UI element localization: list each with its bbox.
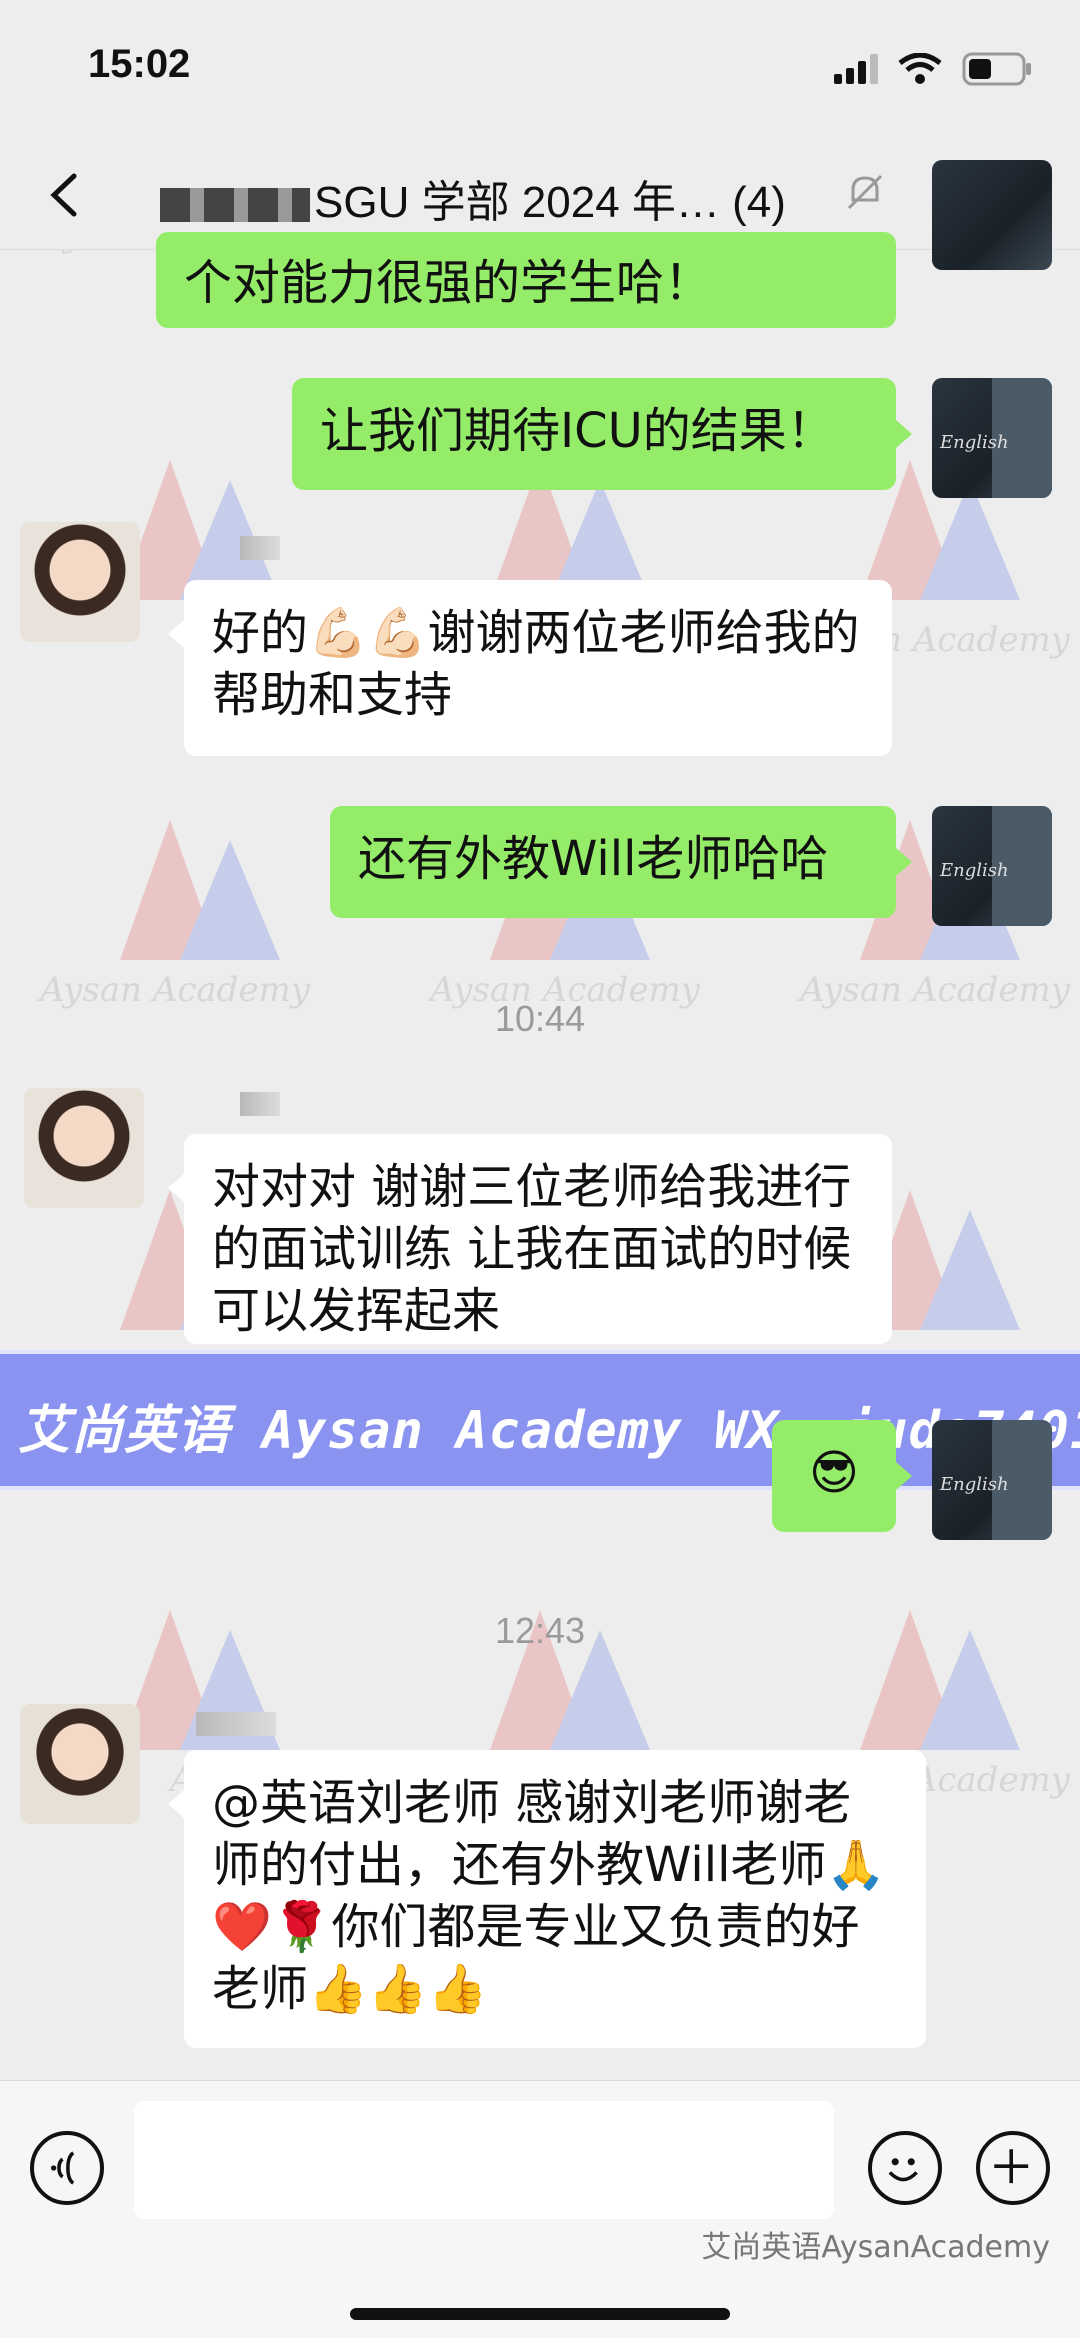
status-bar: 15:02 [0,0,1080,140]
message-bubble-other[interactable]: @英语刘老师 感谢刘老师谢老师的付出，还有外教Will老师🙏❤️🌹你们都是专业又… [184,1750,926,2048]
message-bubble-other[interactable]: 好的💪🏻💪🏻谢谢两位老师给我的帮助和支持 [184,580,892,756]
message-bubble-self[interactable]: 让我们期待ICU的结果！ [292,378,896,490]
message-text: 还有外教Will老师哈哈 [358,831,829,887]
message-text: 对对对 谢谢三位老师给我进行的面试训练 让我在面试的时候可以发挥起来 [212,1159,852,1339]
message-bubble-other[interactable]: 对对对 谢谢三位老师给我进行的面试训练 让我在面试的时候可以发挥起来 [184,1134,892,1344]
message-text: @英语刘老师 感谢刘老师谢老师的付出，还有外教Will老师🙏❤️🌹你们都是专业又… [212,1775,887,2017]
message-text: 好的💪🏻💪🏻谢谢两位老师给我的帮助和支持 [212,605,860,723]
bubble-tail [168,1790,184,1818]
voice-icon[interactable] [30,2131,104,2205]
time-separator: 12:43 [494,1610,586,1651]
message-bubble-self[interactable]: 还有外教Will老师哈哈 [330,806,896,918]
mute-bell-icon [847,174,883,210]
avatar-other[interactable] [24,1088,144,1208]
message-bubble-self[interactable]: 😎 [772,1420,896,1532]
avatar-self[interactable]: English [932,378,1052,498]
bubble-tail [896,1462,912,1490]
watermark-banner: 艾尚英语 Aysan Academy WX: jude7401 [0,1350,1080,1490]
bubble-tail [168,620,184,648]
avatar-self[interactable]: English [932,1420,1052,1540]
avatar-image: English [939,378,1052,498]
avatar-self[interactable] [932,160,1052,270]
avatar-other[interactable] [20,1704,140,1824]
message-input[interactable] [134,2101,834,2219]
signal-icon [834,54,878,84]
back-icon[interactable] [40,170,90,220]
wifi-icon [898,53,942,84]
sender-name-redacted [240,536,280,560]
home-indicator [350,2308,730,2320]
watermark-logo [120,820,280,960]
sender-name-redacted [240,1092,280,1116]
battery-icon [962,52,1031,86]
banner-text: 艾尚英语 Aysan Academy WX: jude7401 [18,1401,1080,1461]
message-text: 😎 [808,1445,860,1501]
svg-text:English: English [939,432,1009,453]
avatar-image: English [939,806,1052,926]
message-text: 个对能力很强的学生哈！ [184,255,713,311]
status-time: 15:02 [88,42,191,86]
message-bubble-self[interactable]: 个对能力很强的学生哈！ [156,232,896,328]
chat-title-text: SGU 学部 2024 年… (4) [314,178,786,227]
svg-text:English: English [939,1474,1009,1495]
avatar-other[interactable] [20,522,140,642]
sender-name-redacted [196,1712,276,1736]
avatar-image: English [939,1420,1052,1540]
redacted-name [160,188,310,223]
plus-icon[interactable] [976,2131,1050,2205]
emoji-icon[interactable] [868,2131,942,2205]
bubble-tail [896,420,912,448]
message-text: 让我们期待ICU的结果！ [320,403,835,459]
bubble-tail [896,848,912,876]
bubble-tail [168,1174,184,1202]
svg-text:English: English [939,860,1009,881]
footer-watermark: 艾尚英语AysanAcademy [701,2230,1050,2265]
avatar-self[interactable]: English [932,806,1052,926]
status-icons [834,52,1032,86]
time-separator: 10:44 [494,998,586,1039]
input-bar [0,2080,1080,2338]
chat-title[interactable]: SGU 学部 2024 年… (4) [160,166,786,230]
